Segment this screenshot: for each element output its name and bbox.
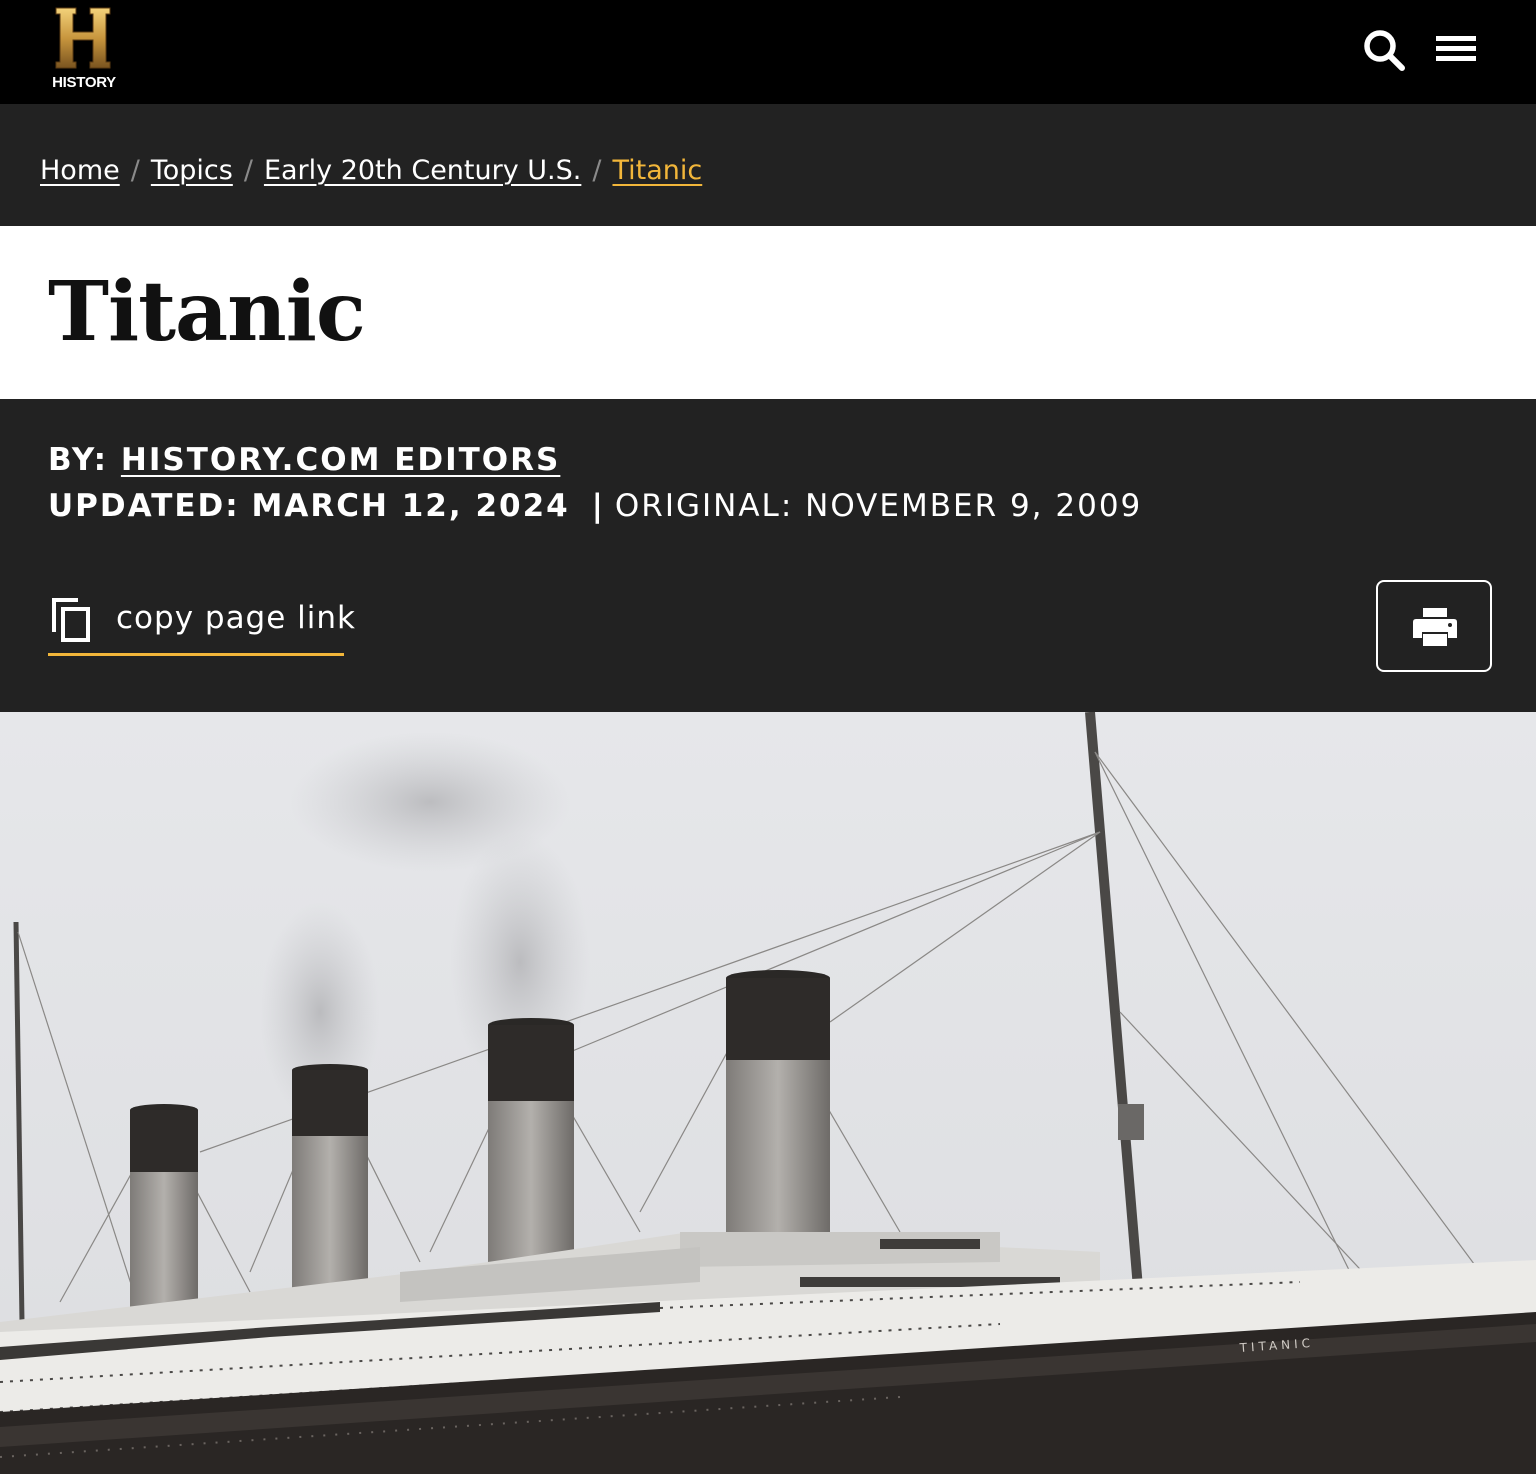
titanic-ship-photo: TITANIC	[0, 712, 1536, 1474]
search-icon	[1364, 30, 1405, 71]
breadcrumb-separator: /	[243, 154, 253, 186]
breadcrumb-topics-link[interactable]: Topics	[151, 155, 233, 186]
breadcrumb: Home / Topics / Early 20th Century U.S. …	[40, 150, 702, 190]
copy-page-link-button[interactable]: copy page link	[48, 592, 355, 656]
original-label: ORIGINAL:	[614, 488, 794, 524]
breadcrumb-separator: /	[130, 154, 140, 186]
history-wordmark: HISTORY	[52, 74, 116, 91]
breadcrumb-home-link[interactable]: Home	[40, 155, 120, 186]
date-divider: |	[591, 488, 605, 524]
copy-icon	[52, 598, 90, 642]
updated-label: UPDATED:	[48, 488, 240, 524]
print-button[interactable]	[1376, 580, 1492, 672]
byline-label: BY:	[48, 442, 109, 478]
dateline: UPDATED: MARCH 12, 2024 | ORIGINAL: NOVEM…	[48, 488, 1142, 524]
author-link[interactable]: HISTORY.COM EDITORS	[121, 442, 560, 478]
original-date: NOVEMBER 9, 2009	[805, 488, 1143, 524]
updated-date: MARCH 12, 2024	[251, 488, 570, 524]
copy-page-link-label: copy page link	[116, 600, 356, 636]
printer-icon	[1413, 608, 1457, 646]
search-button[interactable]	[1360, 26, 1408, 74]
top-navigation: HISTORY	[0, 0, 1536, 104]
breadcrumb-early-20th-century-link[interactable]: Early 20th Century U.S.	[264, 155, 581, 186]
hamburger-menu-icon	[1436, 36, 1476, 61]
menu-button[interactable]	[1432, 30, 1480, 70]
history-logo-h-icon	[55, 7, 111, 69]
history-logo[interactable]: HISTORY	[46, 6, 122, 94]
byline: BY: HISTORY.COM EDITORS	[48, 442, 560, 478]
hero-image: TITANIC	[0, 712, 1536, 1474]
breadcrumb-separator: /	[592, 154, 602, 186]
page-title: Titanic	[48, 264, 366, 360]
breadcrumb-titanic-link[interactable]: Titanic	[612, 155, 702, 186]
